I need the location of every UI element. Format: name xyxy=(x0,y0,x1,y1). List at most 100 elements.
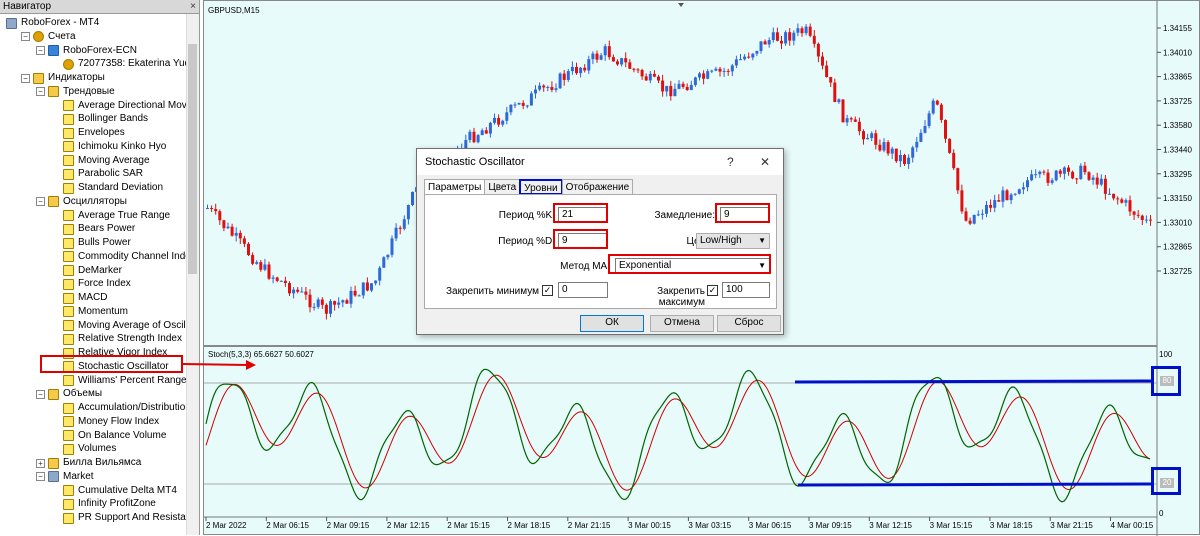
candle-body xyxy=(1046,172,1050,183)
nav-tree-item[interactable]: − Объемы xyxy=(36,387,102,401)
nav-tree-item[interactable]: Average Directional Movem xyxy=(51,99,199,113)
candle-body xyxy=(337,302,341,305)
help-icon[interactable]: ? xyxy=(727,155,734,169)
nav-tree-item[interactable]: − Market xyxy=(36,470,94,484)
ok-button[interactable]: ОК xyxy=(580,315,644,332)
candle-body xyxy=(976,214,980,216)
nav-tree-item[interactable]: Average True Range xyxy=(51,209,170,223)
nav-tree-item[interactable]: MACD xyxy=(51,291,107,305)
nav-tree-label: Трендовые xyxy=(63,85,115,97)
nav-tree-item[interactable]: Relative Strength Index xyxy=(51,332,182,346)
user-icon xyxy=(63,58,74,70)
candle-body xyxy=(230,226,234,236)
highlight-stochastic-item xyxy=(40,355,183,373)
fix-max-label: Закрепить максимум xyxy=(657,286,705,308)
user-icon xyxy=(33,31,44,43)
collapse-icon[interactable]: − xyxy=(36,389,45,399)
candle-body xyxy=(1099,178,1103,185)
fix-max-checkbox[interactable]: ✓ xyxy=(707,285,718,296)
tab-colors[interactable]: Цвета xyxy=(484,179,521,195)
candle-body xyxy=(398,227,402,229)
nav-tree-item[interactable]: On Balance Volume xyxy=(51,429,166,443)
nav-tree-item[interactable]: − Счета xyxy=(21,30,76,44)
nav-tree-label: Standard Deviation xyxy=(78,182,164,193)
nav-tree-item[interactable]: Bears Power xyxy=(51,222,135,236)
collapse-icon[interactable]: − xyxy=(36,87,45,97)
k-period-label: Период %K: xyxy=(498,210,555,221)
candle-body xyxy=(886,142,890,154)
candle-body xyxy=(411,191,414,206)
tab-levels[interactable]: Уровни xyxy=(519,179,563,195)
cancel-button[interactable]: Отмена xyxy=(650,315,714,332)
nav-tree-item[interactable]: Moving Average xyxy=(51,154,150,168)
time-tick-label: 3 Mar 21:15 xyxy=(1050,521,1093,530)
nav-tree-item[interactable]: Standard Deviation xyxy=(51,181,163,195)
candle-body xyxy=(374,280,378,284)
nav-tree-item[interactable]: Cumulative Delta MT4 xyxy=(51,484,177,498)
nav-tree-label: On Balance Volume xyxy=(78,429,167,441)
nav-tree-item[interactable]: Force Index xyxy=(51,277,131,291)
fix-max-input[interactable]: 100 xyxy=(722,282,770,298)
close-icon[interactable]: ✕ xyxy=(760,155,770,169)
nav-tree-item[interactable]: − Трендовые xyxy=(36,85,115,99)
price-tick-label: 1.33010 xyxy=(1163,218,1192,227)
nav-tree-item[interactable]: Bulls Power xyxy=(51,236,131,250)
nav-tree-item[interactable]: Momentum xyxy=(51,305,128,319)
candle-body xyxy=(698,73,701,78)
nav-tree-item[interactable]: Infinity ProfitZone xyxy=(51,497,156,511)
candle-body xyxy=(989,204,993,208)
nav-tree-item[interactable]: Envelopes xyxy=(51,126,125,140)
candle-body xyxy=(242,238,246,244)
collapse-icon[interactable]: − xyxy=(21,73,30,83)
reset-button[interactable]: Сброс xyxy=(717,315,781,332)
expand-icon[interactable]: + xyxy=(36,458,45,468)
tab-display[interactable]: Отображение xyxy=(561,179,634,195)
candle-body xyxy=(952,152,956,169)
candle-body xyxy=(521,102,525,106)
nav-tree-item[interactable]: Parabolic SAR xyxy=(51,167,143,181)
folder-icon xyxy=(33,72,44,84)
subwindow-separator[interactable] xyxy=(204,345,1157,347)
fix-min-checkbox[interactable]: ✓ xyxy=(542,285,553,296)
scrollbar-thumb[interactable] xyxy=(188,44,197,274)
navigator-scrollbar[interactable] xyxy=(186,14,199,535)
close-icon[interactable]: × xyxy=(190,1,196,12)
price-select[interactable]: Low/High ▼ xyxy=(696,233,770,249)
candle-body xyxy=(894,148,898,162)
nav-tree-item[interactable]: Williams' Percent Range xyxy=(51,374,187,388)
nav-tree-item[interactable]: Ichimoku Kinko Hyo xyxy=(51,140,166,154)
nav-tree-item[interactable]: Volumes xyxy=(51,442,116,456)
collapse-icon[interactable]: − xyxy=(21,32,30,42)
nav-tree-item[interactable]: Moving Average of Oscillat xyxy=(51,319,196,333)
candle-body xyxy=(1108,193,1111,195)
nav-tree-item[interactable]: − Осцилляторы xyxy=(36,195,127,209)
collapse-icon[interactable]: − xyxy=(36,472,45,482)
nav-tree-item[interactable]: Accumulation/Distribution xyxy=(51,401,191,415)
collapse-icon[interactable]: − xyxy=(36,46,45,55)
nav-tree-label: Индикаторы xyxy=(48,72,105,83)
nav-tree-item[interactable]: + Билла Вильямса xyxy=(36,456,141,470)
candle-body xyxy=(316,299,320,307)
price-tick-label: 1.33295 xyxy=(1163,170,1192,179)
candle-body xyxy=(365,282,369,291)
nav-tree-item[interactable]: − Индикаторы xyxy=(21,71,105,85)
nav-tree-item[interactable]: 72077358: Ekaterina Yudako xyxy=(51,57,199,71)
fix-min-input[interactable]: 0 xyxy=(558,282,608,298)
candle-body xyxy=(353,290,357,296)
candle-body xyxy=(964,211,968,221)
nav-tree-item[interactable]: DeMarker xyxy=(51,264,122,278)
time-tick-label: 2 Mar 06:15 xyxy=(266,521,309,530)
candle-body xyxy=(525,105,529,107)
nav-tree-item[interactable]: PR Support And Resistance xyxy=(51,511,199,525)
candle-body xyxy=(985,204,988,214)
collapse-icon[interactable]: − xyxy=(36,197,45,207)
candle-body xyxy=(857,121,861,132)
nav-tree-item[interactable]: Money Flow Index xyxy=(51,415,159,429)
indicator-icon xyxy=(63,416,74,428)
nav-tree-item[interactable]: Bollinger Bands xyxy=(51,112,148,126)
nav-tree-item[interactable]: Commodity Channel Index xyxy=(51,250,196,264)
stoch-axis-top: 100 xyxy=(1159,350,1173,359)
nav-tree-item[interactable]: RoboForex - MT4 xyxy=(6,16,99,30)
nav-tree-item[interactable]: − RoboForex-ECN xyxy=(36,44,137,58)
candle-body xyxy=(669,85,673,97)
